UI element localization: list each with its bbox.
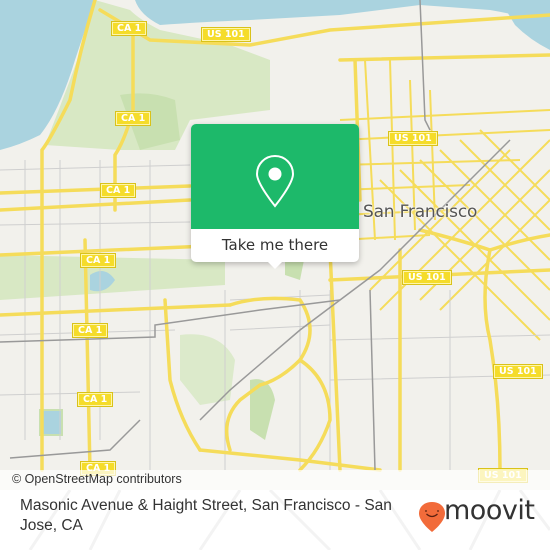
route-shield-ca1: CA 1 bbox=[76, 392, 114, 407]
map-pin-icon bbox=[255, 154, 295, 208]
route-shield-ca1: CA 1 bbox=[71, 323, 109, 338]
route-shield-ca1: CA 1 bbox=[114, 111, 152, 126]
route-shield-us101: US 101 bbox=[388, 131, 438, 146]
route-shield-ca1: CA 1 bbox=[79, 253, 117, 268]
popup-pointer bbox=[267, 261, 283, 269]
location-popup: Take me there bbox=[191, 124, 359, 269]
route-shield-us101: US 101 bbox=[493, 364, 543, 379]
map-attribution: © OpenStreetMap contributors bbox=[0, 470, 550, 490]
moovit-logo[interactable]: moovit bbox=[418, 495, 548, 534]
attribution-text[interactable]: © OpenStreetMap contributors bbox=[12, 472, 182, 486]
route-shield-ca1: CA 1 bbox=[110, 21, 148, 36]
route-shield-us101: US 101 bbox=[201, 27, 251, 42]
footer: Masonic Avenue & Haight Street, San Fran… bbox=[0, 490, 550, 550]
bay-east bbox=[500, 0, 550, 50]
mt-sutro bbox=[180, 334, 235, 405]
take-me-there-button[interactable]: Take me there bbox=[191, 229, 359, 262]
city-label: San Francisco bbox=[363, 202, 478, 222]
route-shield-ca1: CA 1 bbox=[99, 183, 137, 198]
bay bbox=[135, 0, 550, 25]
moovit-wordmark: moovit bbox=[444, 495, 535, 526]
address-text: Masonic Avenue & Haight Street, San Fran… bbox=[20, 497, 392, 534]
route-shield-us101: US 101 bbox=[402, 270, 452, 285]
popup-header bbox=[191, 124, 359, 229]
moovit-smiley-icon bbox=[419, 502, 445, 532]
